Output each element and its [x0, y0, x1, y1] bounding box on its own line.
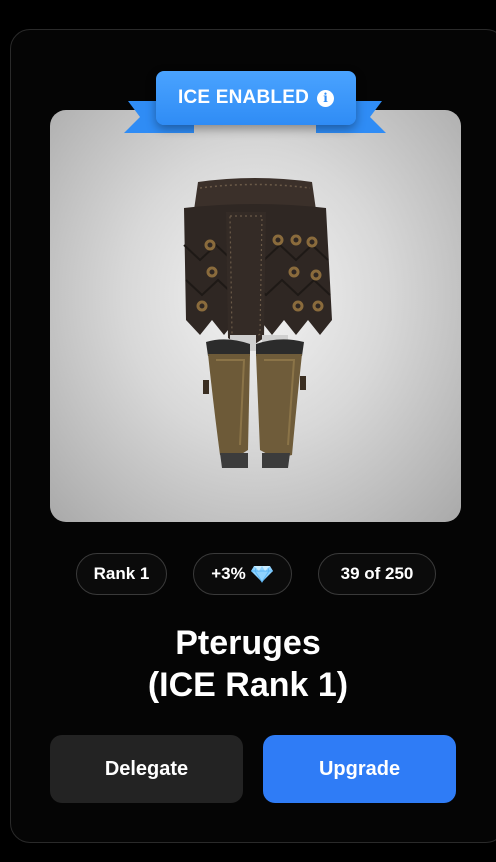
product-title: Pteruges (ICE Rank 1)	[0, 622, 496, 706]
upgrade-button[interactable]: Upgrade	[263, 735, 456, 803]
edition-count-pill: 39 of 250	[318, 553, 436, 595]
bonus-pill: +3%	[193, 553, 292, 595]
delegate-button[interactable]: Delegate	[50, 735, 243, 803]
edition-count-label: 39 of 250	[340, 564, 414, 583]
rank-label: Rank 1	[93, 564, 150, 583]
diamond-icon	[250, 565, 273, 583]
title-line-name: Pteruges	[175, 624, 321, 662]
title-line-rank: (ICE Rank 1)	[147, 666, 349, 704]
pteruges-armor-image	[183, 178, 332, 468]
product-image	[50, 110, 461, 522]
bonus-label: +3%	[211, 564, 246, 583]
ice-enabled-badge[interactable]: ICE ENABLED i	[120, 71, 390, 141]
badge-ribbon: ICE ENABLED i	[156, 71, 356, 125]
info-icon[interactable]: i	[317, 89, 334, 107]
rank-pill: Rank 1	[76, 553, 167, 595]
badge-label: ICE ENABLED	[178, 87, 309, 108]
